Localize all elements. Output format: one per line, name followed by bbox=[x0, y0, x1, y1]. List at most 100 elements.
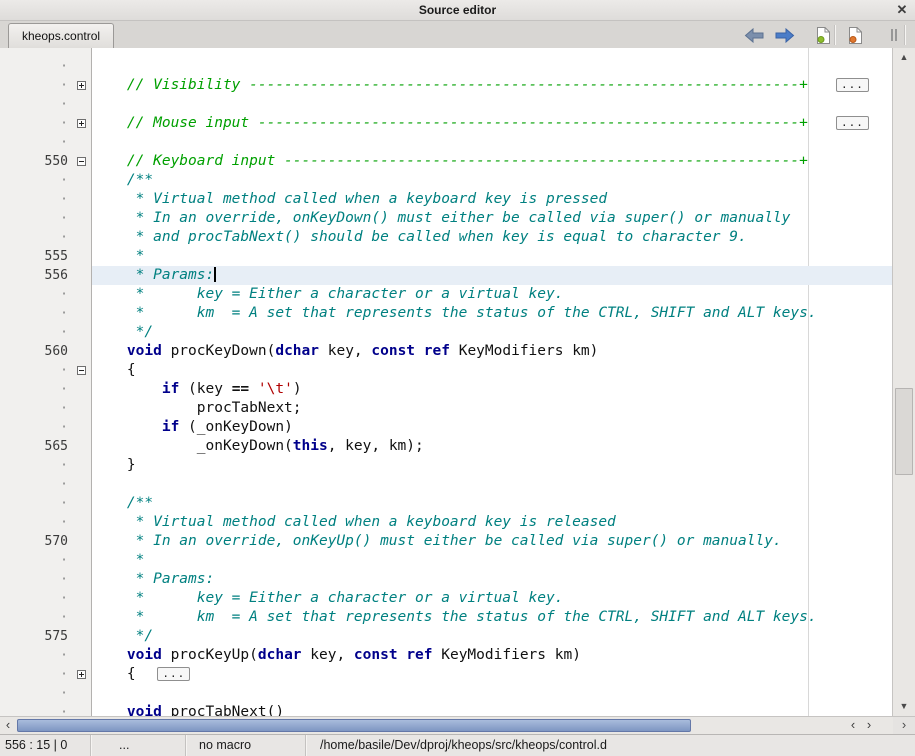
line-number[interactable]: · bbox=[0, 494, 68, 513]
code-line[interactable]: · { ... bbox=[0, 665, 893, 684]
line-number[interactable]: · bbox=[0, 475, 68, 494]
code-line[interactable]: · bbox=[0, 95, 893, 114]
line-number[interactable]: · bbox=[0, 589, 68, 608]
line-number[interactable]: · bbox=[0, 418, 68, 437]
tab-kheops-control[interactable]: kheops.control bbox=[8, 23, 114, 48]
code-line[interactable]: · * key = Either a character or a virtua… bbox=[0, 589, 893, 608]
scroll-down-button[interactable]: ▼ bbox=[893, 697, 915, 716]
line-number[interactable]: · bbox=[0, 190, 68, 209]
code-text: } bbox=[92, 456, 893, 475]
titlebar[interactable]: Source editor ✕ bbox=[0, 0, 915, 21]
code-line[interactable]: · } bbox=[0, 456, 893, 475]
tab-bar: kheops.control bbox=[0, 21, 915, 49]
nav-forward-button[interactable] bbox=[774, 25, 796, 45]
line-number[interactable]: · bbox=[0, 57, 68, 76]
fold-toggle-icon[interactable] bbox=[77, 670, 86, 679]
line-number[interactable]: · bbox=[0, 228, 68, 247]
vertical-scrollbar[interactable]: ▲ ▼ bbox=[892, 48, 915, 716]
horizontal-scroll-thumb[interactable] bbox=[17, 719, 691, 732]
fold-toggle-icon[interactable] bbox=[77, 366, 86, 375]
code-line[interactable]: 575 */ bbox=[0, 627, 893, 646]
code-line[interactable]: · { bbox=[0, 361, 893, 380]
code-line[interactable]: · /** bbox=[0, 494, 893, 513]
code-editor[interactable]: ·· // Visibility -----------------------… bbox=[0, 48, 915, 716]
line-number[interactable]: · bbox=[0, 513, 68, 532]
code-line[interactable]: · procTabNext; bbox=[0, 399, 893, 418]
collapsed-fold-box[interactable]: ... bbox=[836, 116, 869, 130]
line-number[interactable]: 555 bbox=[0, 247, 68, 266]
code-line[interactable]: · * bbox=[0, 551, 893, 570]
line-number[interactable]: 575 bbox=[0, 627, 68, 646]
line-number[interactable]: · bbox=[0, 570, 68, 589]
code-line[interactable]: · if (key == '\t') bbox=[0, 380, 893, 399]
scroll-right-button[interactable]: › bbox=[861, 717, 877, 734]
code-text: * Params: bbox=[92, 570, 893, 589]
line-number[interactable]: · bbox=[0, 285, 68, 304]
arrow-left-icon bbox=[744, 28, 764, 43]
line-number[interactable]: · bbox=[0, 171, 68, 190]
line-number[interactable]: · bbox=[0, 456, 68, 475]
code-line[interactable]: 565 _onKeyDown(this, key, km); bbox=[0, 437, 893, 456]
fold-toggle-icon[interactable] bbox=[77, 119, 86, 128]
document-action-button-2[interactable] bbox=[844, 25, 866, 45]
line-number[interactable]: · bbox=[0, 399, 68, 418]
line-number[interactable]: · bbox=[0, 684, 68, 703]
line-number[interactable]: 560 bbox=[0, 342, 68, 361]
document-action-button-1[interactable] bbox=[813, 25, 835, 45]
scroll-left-button-2[interactable]: ‹ bbox=[845, 717, 861, 734]
code-line[interactable]: 550 // Keyboard input ------------------… bbox=[0, 152, 893, 171]
scroll-up-button[interactable]: ▲ bbox=[893, 48, 915, 67]
code-line[interactable]: · * and procTabNext() should be called w… bbox=[0, 228, 893, 247]
line-number[interactable]: · bbox=[0, 646, 68, 665]
fold-toggle-icon[interactable] bbox=[77, 157, 86, 166]
line-number[interactable]: 565 bbox=[0, 437, 68, 456]
code-line[interactable]: · void procKeyUp(dchar key, const ref Ke… bbox=[0, 646, 893, 665]
code-line[interactable]: 556 * Params: bbox=[0, 266, 893, 285]
line-number[interactable]: · bbox=[0, 361, 68, 380]
nav-back-button[interactable] bbox=[743, 25, 765, 45]
fold-toggle-icon[interactable] bbox=[77, 81, 86, 90]
collapsed-fold-box[interactable]: ... bbox=[836, 78, 869, 92]
code-line[interactable]: · * Params: bbox=[0, 570, 893, 589]
code-line[interactable]: · bbox=[0, 684, 893, 703]
line-number[interactable]: · bbox=[0, 95, 68, 114]
line-number[interactable]: · bbox=[0, 608, 68, 627]
line-number[interactable]: 556 bbox=[0, 266, 68, 285]
close-button[interactable]: ✕ bbox=[894, 2, 910, 18]
code-line[interactable]: · * km = A set that represents the statu… bbox=[0, 608, 893, 627]
code-line[interactable]: · bbox=[0, 57, 893, 76]
code-line[interactable]: · /** bbox=[0, 171, 893, 190]
line-number[interactable]: · bbox=[0, 114, 68, 133]
line-number[interactable]: · bbox=[0, 76, 68, 95]
code-line[interactable]: · * key = Either a character or a virtua… bbox=[0, 285, 893, 304]
code-line[interactable]: 560 void procKeyDown(dchar key, const re… bbox=[0, 342, 893, 361]
code-line[interactable]: · bbox=[0, 475, 893, 494]
line-number[interactable]: · bbox=[0, 209, 68, 228]
code-line[interactable]: · * In an override, onKeyDown() must eit… bbox=[0, 209, 893, 228]
code-line[interactable]: · // Visibility ------------------------… bbox=[0, 76, 893, 95]
line-number[interactable]: · bbox=[0, 380, 68, 399]
line-number[interactable]: · bbox=[0, 323, 68, 342]
scroll-left-button[interactable]: ‹ bbox=[0, 717, 16, 734]
code-line[interactable]: · * Virtual method called when a keyboar… bbox=[0, 513, 893, 532]
code-line[interactable]: · void procTabNext() bbox=[0, 703, 893, 716]
dock-grip-button[interactable] bbox=[883, 25, 905, 45]
line-number[interactable]: 570 bbox=[0, 532, 68, 551]
line-number[interactable]: · bbox=[0, 703, 68, 716]
line-number[interactable]: · bbox=[0, 304, 68, 323]
code-line[interactable]: 570 * In an override, onKeyUp() must eit… bbox=[0, 532, 893, 551]
collapsed-fold-box[interactable]: ... bbox=[157, 667, 190, 681]
horizontal-scrollbar[interactable]: ‹ ‹ › bbox=[0, 716, 893, 734]
code-line[interactable]: 555 * bbox=[0, 247, 893, 266]
code-line[interactable]: · // Mouse input -----------------------… bbox=[0, 114, 893, 133]
code-line[interactable]: · bbox=[0, 133, 893, 152]
code-line[interactable]: · if (_onKeyDown) bbox=[0, 418, 893, 437]
code-line[interactable]: · */ bbox=[0, 323, 893, 342]
line-number[interactable]: · bbox=[0, 551, 68, 570]
line-number[interactable]: · bbox=[0, 665, 68, 684]
line-number[interactable]: · bbox=[0, 133, 68, 152]
code-line[interactable]: · * Virtual method called when a keyboar… bbox=[0, 190, 893, 209]
line-number[interactable]: 550 bbox=[0, 152, 68, 171]
code-line[interactable]: · * km = A set that represents the statu… bbox=[0, 304, 893, 323]
vertical-scroll-thumb[interactable] bbox=[895, 388, 913, 475]
